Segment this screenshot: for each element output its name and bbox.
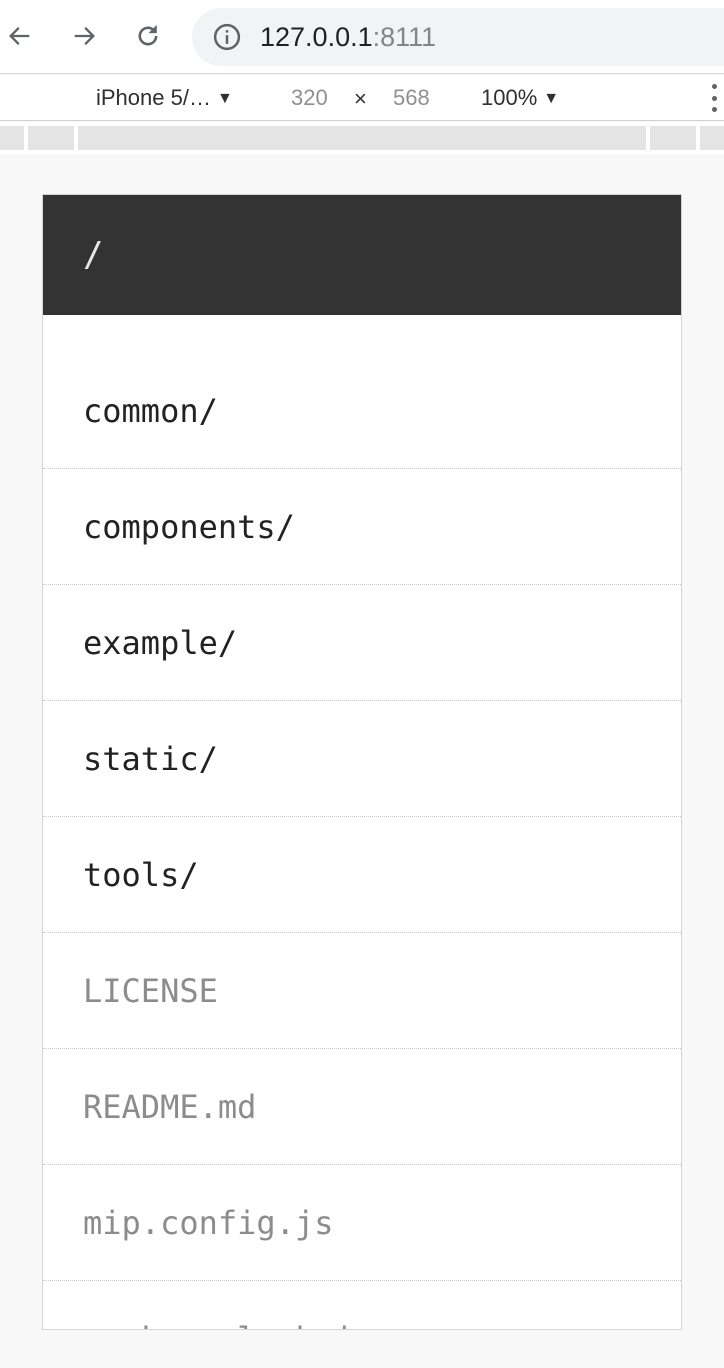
entry-name: common/ <box>83 391 218 430</box>
entry-name: README.md <box>83 1087 257 1126</box>
browser-toolbar: 127.0.0.1:8111 <box>0 0 724 74</box>
directory-link[interactable]: common/ <box>43 353 681 469</box>
caret-down-icon: ▼ <box>543 90 560 107</box>
page-header: / <box>43 195 681 315</box>
entry-name: static/ <box>83 739 218 778</box>
back-button[interactable] <box>2 18 38 54</box>
directory-link[interactable]: components/ <box>43 469 681 585</box>
device-viewport: / common/components/example/static/tools… <box>42 194 682 1330</box>
device-label: iPhone 5/… <box>96 85 211 110</box>
reload-icon <box>138 25 158 46</box>
file-link[interactable]: package-lock.json <box>43 1281 681 1330</box>
arrow-right-icon <box>74 27 95 45</box>
times-label: × <box>354 86 367 111</box>
width-input[interactable]: 320 <box>291 85 328 111</box>
reload-button[interactable] <box>130 18 166 54</box>
page-title: / <box>83 235 104 275</box>
device-select[interactable]: iPhone 5/… ▼ <box>96 85 233 111</box>
media-query-bar <box>0 122 724 154</box>
file-list: common/components/example/static/tools/L… <box>43 315 681 1330</box>
entry-name: LICENSE <box>83 971 218 1010</box>
entry-name: package-lock.json <box>83 1320 411 1330</box>
arrow-left-icon <box>9 27 30 45</box>
zoom-select[interactable]: 100% ▼ <box>481 85 559 111</box>
entry-name: mip.config.js <box>83 1203 334 1242</box>
url-text: 127.0.0.1:8111 <box>260 22 436 53</box>
media-query-segment[interactable] <box>78 126 646 150</box>
device-toolbar: iPhone 5/… ▼ 320 × 568 100% ▼ <box>0 75 724 121</box>
file-link[interactable]: LICENSE <box>43 933 681 1049</box>
caret-down-icon: ▼ <box>216 90 233 107</box>
media-query-segment[interactable] <box>700 126 724 150</box>
address-bar[interactable]: 127.0.0.1:8111 <box>192 8 724 66</box>
more-options-icon[interactable] <box>710 84 718 112</box>
directory-link[interactable]: example/ <box>43 585 681 701</box>
url-host: 127.0.0.1 <box>260 21 373 52</box>
file-link[interactable]: mip.config.js <box>43 1165 681 1281</box>
file-link[interactable]: README.md <box>43 1049 681 1165</box>
entry-name: example/ <box>83 623 238 662</box>
zoom-label: 100% <box>481 85 538 110</box>
entry-name: tools/ <box>83 855 199 894</box>
media-query-segment[interactable] <box>650 126 696 150</box>
url-port: :8111 <box>372 21 437 52</box>
forward-button[interactable] <box>66 18 102 54</box>
height-input[interactable]: 568 <box>393 85 430 111</box>
media-query-segment[interactable] <box>28 126 74 150</box>
media-query-segment[interactable] <box>0 126 24 150</box>
entry-name: components/ <box>83 507 295 546</box>
info-icon[interactable] <box>212 22 242 52</box>
directory-link[interactable]: tools/ <box>43 817 681 933</box>
directory-link[interactable]: static/ <box>43 701 681 817</box>
